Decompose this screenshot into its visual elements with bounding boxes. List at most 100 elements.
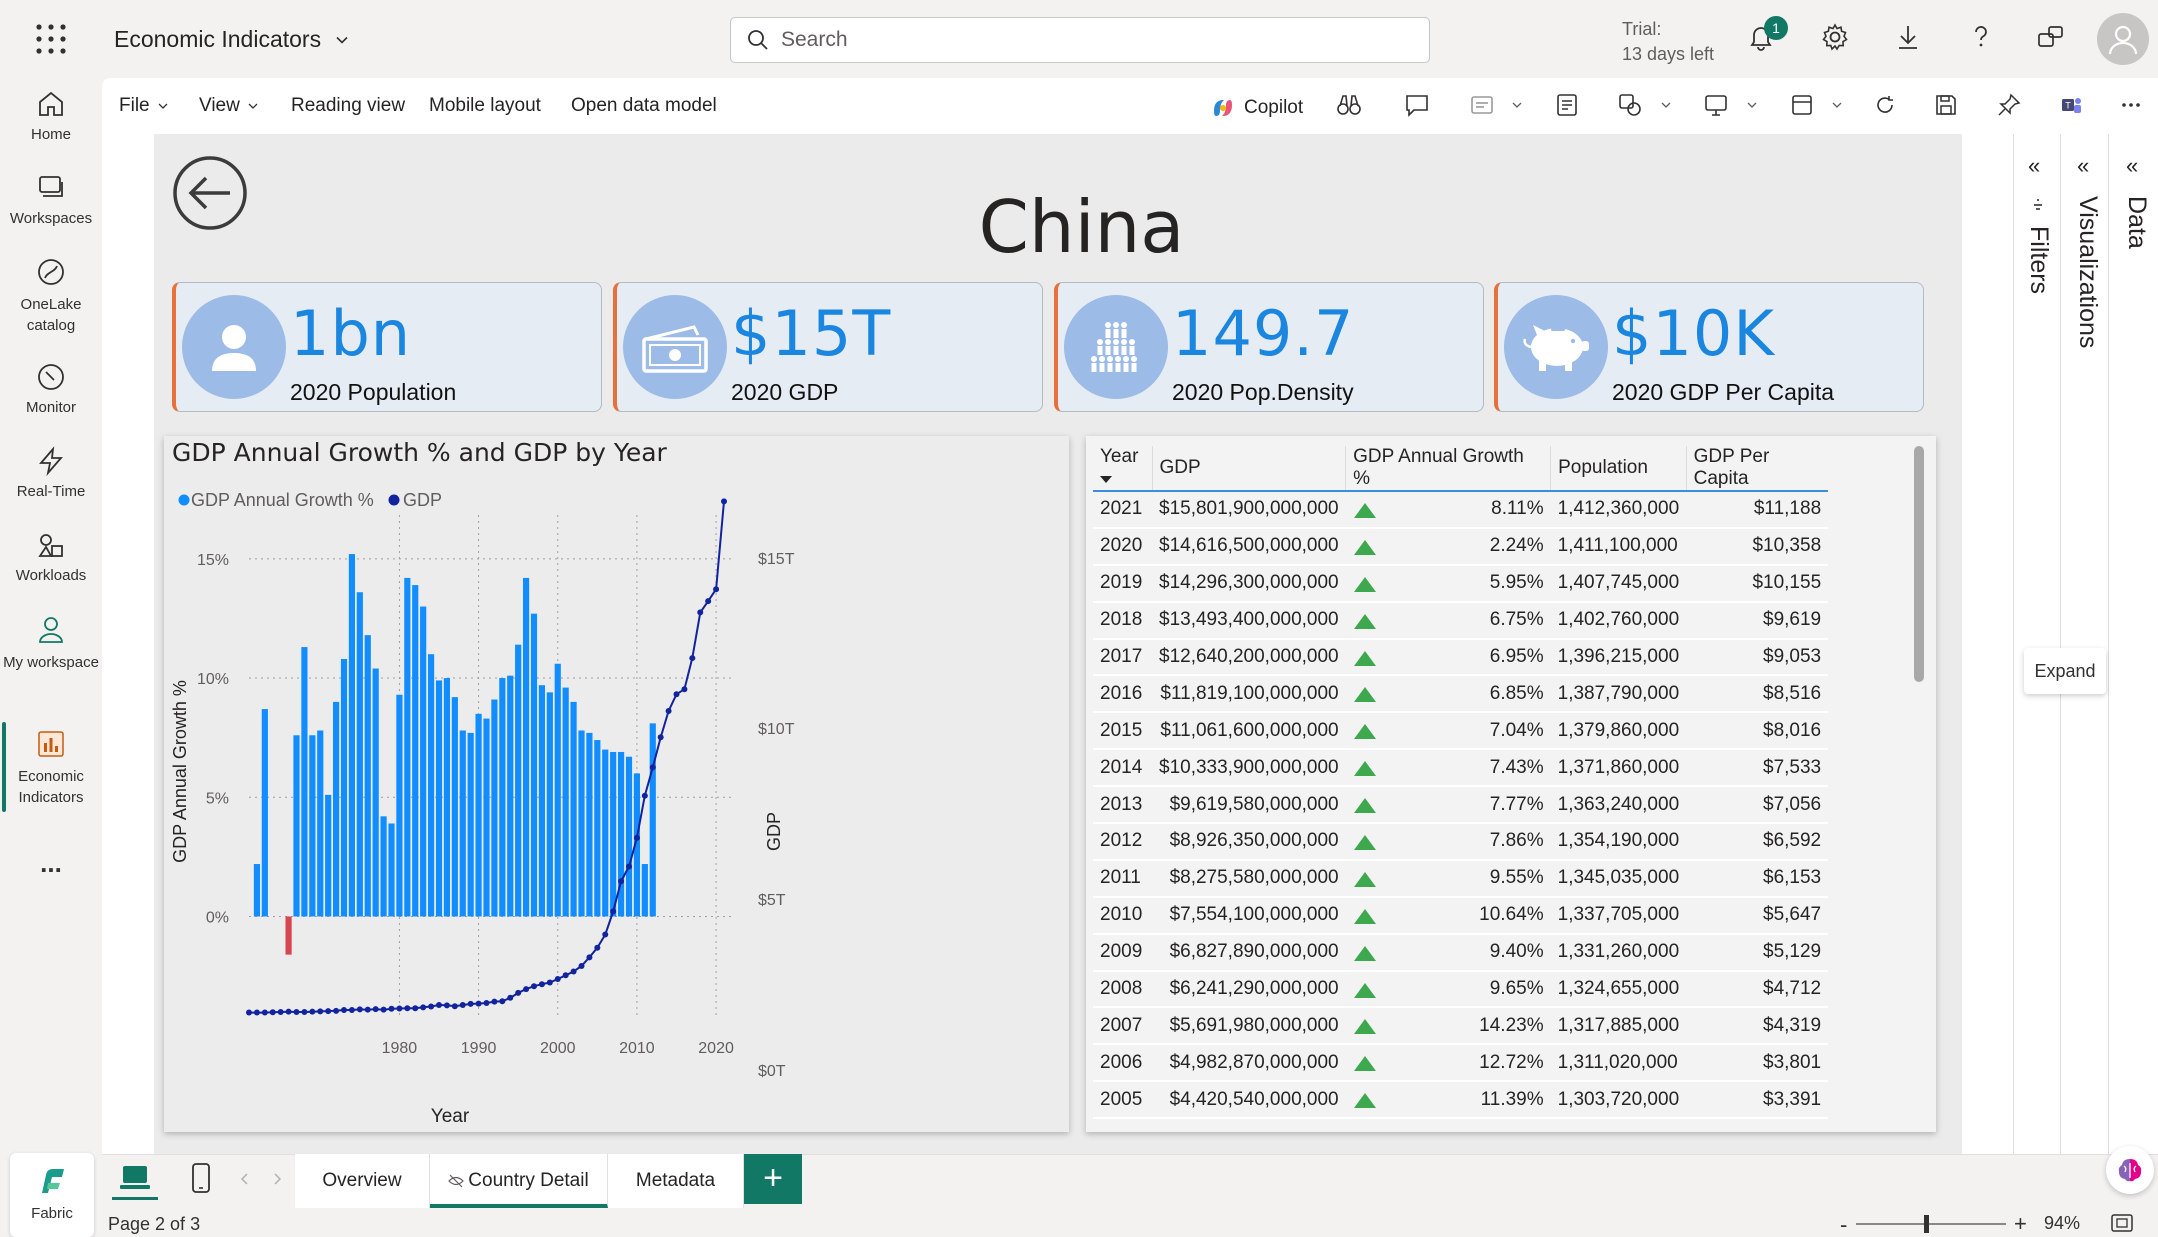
nav-workspaces[interactable]: Workspaces: [0, 172, 102, 227]
data-pane-tab[interactable]: Data: [2122, 196, 2151, 249]
data-collapse-icon[interactable]: «: [2126, 153, 2138, 179]
menu-open-data-model[interactable]: Open data model: [571, 95, 717, 117]
zoom-out-button[interactable]: -: [1840, 1212, 1847, 1237]
zoom-slider-track[interactable]: [1856, 1223, 2006, 1225]
column-header-year[interactable]: Year: [1093, 446, 1153, 492]
gdp-point: [594, 944, 601, 951]
table-row[interactable]: 2020 $14,616,500,000,000 2.24% 1,411,100,00…: [1093, 527, 1829, 566]
table-row[interactable]: 2018 $13,493,400,000,000 6.75% 1,402,760,00…: [1093, 601, 1829, 640]
kpi-card-population[interactable]: 1bn 2020 Population: [172, 282, 602, 412]
mobile-layout-button[interactable]: [186, 1162, 216, 1200]
column-header-population[interactable]: Population: [1550, 446, 1687, 492]
nav-more-button[interactable]: ...: [0, 848, 102, 879]
present-icon[interactable]: [1703, 92, 1729, 118]
search-input[interactable]: [781, 28, 1381, 52]
cell-value: $4,712: [1763, 978, 1822, 1000]
nav-home[interactable]: Home: [0, 88, 102, 143]
shapes-icon[interactable]: [1617, 92, 1643, 118]
menu-reading-view[interactable]: Reading view: [291, 95, 405, 117]
filters-collapse-icon[interactable]: «: [2028, 153, 2040, 179]
table-row[interactable]: 2019 $14,296,300,000,000 5.95% 1,407,745,00…: [1093, 564, 1829, 603]
chevron-right-icon[interactable]: [272, 1172, 282, 1186]
table-row[interactable]: 2006 $4,982,870,000,000 12.72% 1,311,020,00…: [1093, 1044, 1829, 1083]
filters-pane-tab[interactable]: Filters: [2024, 226, 2053, 294]
user-avatar[interactable]: [2097, 13, 2149, 65]
view-layout-icon[interactable]: [1789, 92, 1815, 118]
app-launcher-icon[interactable]: [34, 22, 68, 56]
page-tab-overview[interactable]: Overview: [295, 1154, 430, 1208]
growth-gdp-combo-chart[interactable]: GDP Annual Growth % GDP 15% 10% 5% 0% $15T $10T…: [164, 475, 1069, 1135]
table-row[interactable]: 2010 $7,554,100,000,000 10.64% 1,337,705,00…: [1093, 896, 1829, 935]
help-question-icon[interactable]: [1966, 22, 2000, 56]
table-scrollbar[interactable]: [1914, 446, 1924, 682]
cell-growth: 11.39%: [1345, 1081, 1551, 1120]
subscribe-icon[interactable]: [1469, 92, 1495, 118]
nav-real-time[interactable]: Real-Time: [0, 445, 102, 500]
search-box[interactable]: [730, 17, 1430, 63]
gdp-point: [380, 1006, 387, 1013]
zoom-slider-thumb[interactable]: [1924, 1215, 1929, 1233]
cell-value: 1,324,655,000: [1557, 978, 1680, 1000]
table-row[interactable]: 2014 $10,333,900,000,000 7.43% 1,371,860,00…: [1093, 749, 1829, 788]
table-row[interactable]: 2009 $6,827,890,000,000 9.40% 1,331,260,000…: [1093, 933, 1829, 972]
binoculars-icon[interactable]: [1336, 92, 1362, 118]
chevron-down-icon[interactable]: [1832, 100, 1842, 110]
comment-icon[interactable]: [1404, 92, 1430, 118]
table-row[interactable]: 2016 $11,819,100,000,000 6.85% 1,387,790,00…: [1093, 675, 1829, 714]
chevron-down-icon[interactable]: [1512, 100, 1522, 110]
more-options-icon[interactable]: [2118, 92, 2144, 118]
notes-icon[interactable]: [1554, 92, 1580, 118]
table-panel[interactable]: Year GDP GDP Annual Growth % Population …: [1086, 436, 1936, 1132]
copilot-button[interactable]: Copilot: [1210, 95, 1303, 121]
table-row[interactable]: 2015 $11,061,600,000,000 7.04% 1,379,860,00…: [1093, 712, 1829, 751]
growth-bar: [332, 701, 340, 917]
kpi-card-gdp-per-capita[interactable]: $10K 2020 GDP Per Capita: [1494, 282, 1924, 412]
add-page-button[interactable]: +: [744, 1154, 802, 1204]
desktop-layout-button[interactable]: [112, 1160, 158, 1200]
table-row[interactable]: 2013 $9,619,580,000,000 7.77% 1,363,240,000…: [1093, 786, 1829, 825]
nav-monitor[interactable]: Monitor: [0, 361, 102, 416]
table-row[interactable]: 2007 $5,691,980,000,000 14.23% 1,317,885,00…: [1093, 1007, 1829, 1046]
page-tab-country-detail[interactable]: Country Detail: [430, 1154, 608, 1208]
menu-view[interactable]: View: [199, 95, 258, 117]
chevron-left-icon[interactable]: [240, 1172, 250, 1186]
table-row[interactable]: 2012 $8,926,350,000,000 7.86% 1,354,190,000…: [1093, 823, 1829, 861]
chevron-down-icon[interactable]: [1661, 100, 1671, 110]
fit-to-page-icon[interactable]: [2110, 1213, 2134, 1233]
nav-workloads[interactable]: Workloads: [0, 529, 102, 584]
workspace-title-dropdown[interactable]: Economic Indicators: [114, 26, 349, 53]
settings-gear-icon[interactable]: [1820, 22, 1854, 56]
visualizations-collapse-icon[interactable]: «: [2077, 153, 2089, 179]
menu-file[interactable]: File: [119, 95, 168, 117]
nav-economic-indicators[interactable]: Economic Indicators: [0, 728, 102, 808]
trial-status[interactable]: Trial: 13 days left: [1622, 17, 1714, 67]
refresh-icon[interactable]: [1872, 92, 1898, 118]
download-icon[interactable]: [1893, 22, 1927, 56]
nav-onelake-catalog[interactable]: OneLake catalog: [0, 256, 102, 336]
table-row[interactable]: 2021 $15,801,900,000,000 8.11% 1,412,360,00…: [1093, 491, 1829, 529]
nav-my-workspace[interactable]: My workspace: [0, 614, 102, 673]
copilot-chat-button[interactable]: [2106, 1146, 2154, 1194]
table-row[interactable]: 2005 $4,420,540,000,000 11.39% 1,303,720,00…: [1093, 1081, 1829, 1120]
pin-icon[interactable]: [1996, 92, 2022, 118]
chevron-down-icon[interactable]: [1747, 100, 1757, 110]
save-icon[interactable]: [1933, 92, 1959, 118]
kpi-card-gdp[interactable]: $15T 2020 GDP: [613, 282, 1043, 412]
growth-bar: [372, 668, 379, 917]
column-header-gdp-per-capita[interactable]: GDP Per Capita: [1686, 446, 1829, 492]
page-tab-metadata[interactable]: Metadata: [608, 1154, 744, 1208]
zoom-in-button[interactable]: +: [2014, 1211, 2027, 1237]
workspace-title: Economic Indicators: [114, 26, 322, 52]
column-header-growth[interactable]: GDP Annual Growth %: [1345, 446, 1552, 492]
kpi-card-pop-density[interactable]: 149.7 2020 Pop.Density: [1054, 282, 1484, 412]
share-feedback-icon[interactable]: [2036, 22, 2070, 56]
teams-icon[interactable]: T: [2058, 92, 2084, 118]
cell-value: 9.40%: [1489, 941, 1544, 963]
table-row[interactable]: 2017 $12,640,200,000,000 6.95% 1,396,215,00…: [1093, 638, 1829, 677]
table-row[interactable]: 2011 $8,275,580,000,000 9.55% 1,345,035,000…: [1093, 859, 1829, 898]
fabric-switcher[interactable]: Fabric: [10, 1153, 94, 1237]
visualizations-pane-tab[interactable]: Visualizations: [2073, 196, 2102, 348]
menu-mobile-layout[interactable]: Mobile layout: [429, 95, 541, 117]
column-header-gdp[interactable]: GDP: [1152, 446, 1347, 492]
table-row[interactable]: 2008 $6,241,290,000,000 9.65% 1,324,655,000…: [1093, 970, 1829, 1009]
